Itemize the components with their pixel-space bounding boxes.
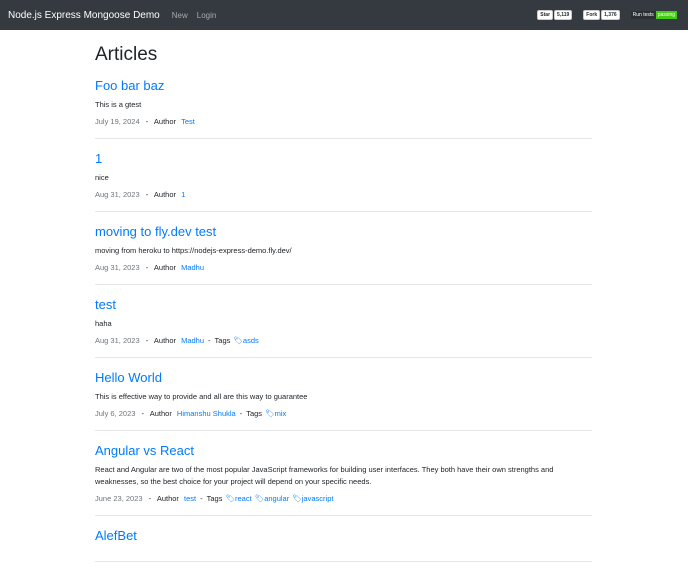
tag-icon: 🏷︎ <box>225 494 235 503</box>
tag-label: javascript <box>301 494 334 503</box>
article-item: Foo bar baz This is a gtest July 19, 2024… <box>95 78 592 139</box>
article-item: Hello World This is effective way to prov… <box>95 370 592 431</box>
article-item: 1 nice Aug 31, 2023 - Author 1 <box>95 151 592 212</box>
separator: - <box>145 336 149 345</box>
tags-label: Tags <box>206 494 223 503</box>
author-label: Author <box>153 263 176 272</box>
separator: - <box>141 409 145 418</box>
tag-icon: 🏷︎ <box>254 494 265 503</box>
github-fork-button[interactable]: Fork 1,376 <box>583 10 620 20</box>
ci-badge[interactable]: Run tests passing <box>630 11 677 19</box>
article-title-link[interactable]: 1 <box>95 151 592 166</box>
author-link[interactable]: 1 <box>181 190 185 199</box>
article-title-link[interactable]: Hello World <box>95 370 592 385</box>
navbar: Node.js Express Mongoose Demo New Login … <box>0 0 688 30</box>
brand-link[interactable]: Node.js Express Mongoose Demo <box>8 10 160 21</box>
article-date: July 19, 2024 <box>95 117 140 126</box>
article-title-link[interactable]: Foo bar baz <box>95 78 592 93</box>
article-meta: June 23, 2023 - Author test - Tags 🏷︎react 🏷… <box>95 494 592 503</box>
article-meta: July 19, 2024 - Author Test <box>95 117 592 126</box>
nav-login[interactable]: Login <box>197 11 217 20</box>
tag-link[interactable]: 🏷︎javascript <box>292 494 333 503</box>
star-label: Star <box>537 10 554 20</box>
article-date: July 6, 2023 <box>95 409 136 418</box>
article-title-link[interactable]: moving to fly.dev test <box>95 224 592 239</box>
article-item: Angular vs React React and Angular are tw… <box>95 443 592 516</box>
separator: - <box>145 190 149 199</box>
article-title-link[interactable]: AlefBet <box>95 528 592 543</box>
article-item: moving to fly.dev test moving from heroku… <box>95 224 592 285</box>
article-title-link[interactable]: Angular vs React <box>95 443 592 458</box>
separator: - <box>208 336 211 345</box>
author-link[interactable]: Madhu <box>181 336 204 345</box>
author-label: Author <box>153 336 176 345</box>
nav-new[interactable]: New <box>172 11 188 20</box>
tag-label: mix <box>274 409 287 418</box>
tag-icon: 🏷︎ <box>265 409 275 418</box>
article-date: June 23, 2023 <box>95 494 143 503</box>
tags-label: Tags <box>214 336 231 345</box>
tag-label: angular <box>264 494 290 503</box>
article-title-link[interactable]: test <box>95 297 592 312</box>
article-description: nice <box>95 173 109 182</box>
author-link[interactable]: Test <box>181 117 195 126</box>
article-description: haha <box>95 319 112 328</box>
tags-label: Tags <box>246 409 263 418</box>
separator: - <box>200 494 203 503</box>
tag-label: asds <box>242 336 259 345</box>
article-meta: Aug 31, 2023 - Author 1 <box>95 190 592 199</box>
article-description: This is effective way to provide and all… <box>95 392 308 401</box>
separator: - <box>239 409 243 418</box>
article-item: test haha Aug 31, 2023 - Author Madhu - Tag… <box>95 297 592 358</box>
author-label: Author <box>156 494 179 503</box>
article-meta: July 6, 2023 - Author Himanshu Shukla - Ta… <box>95 409 592 418</box>
tag-icon: 🏷︎ <box>233 336 243 345</box>
tag-link[interactable]: 🏷︎react <box>225 494 251 503</box>
author-label: Author <box>153 117 176 126</box>
author-label: Author <box>153 190 176 199</box>
articles-container: Articles Foo bar baz This is a gtest July… <box>95 30 592 574</box>
fork-label: Fork <box>583 10 601 20</box>
article-date: Aug 31, 2023 <box>95 336 140 345</box>
page-title: Articles <box>95 44 158 65</box>
article-list: Foo bar baz This is a gtest July 19, 2024… <box>95 78 592 562</box>
article-meta: Aug 31, 2023 - Author Madhu <box>95 263 592 272</box>
tag-link[interactable]: 🏷︎angular <box>255 494 290 503</box>
article-meta: Aug 31, 2023 - Author Madhu - Tags 🏷︎asds <box>95 336 592 345</box>
article-description: React and Angular are two of the most po… <box>95 465 554 486</box>
tag-icon: 🏷︎ <box>292 494 302 503</box>
separator: - <box>145 117 149 126</box>
article-description: This is a gtest <box>95 100 142 109</box>
author-link[interactable]: Himanshu Shukla <box>177 409 236 418</box>
author-link[interactable]: test <box>184 494 196 503</box>
article-date: Aug 31, 2023 <box>95 190 140 199</box>
tag-label: react <box>234 494 252 503</box>
article-description: moving from heroku to https://nodejs-exp… <box>95 246 292 255</box>
separator: - <box>145 263 149 272</box>
separator: - <box>148 494 152 503</box>
ci-label: Run tests <box>630 11 656 19</box>
author-label: Author <box>149 409 172 418</box>
article-item: AlefBet <box>95 528 592 562</box>
tag-link[interactable]: 🏷︎asds <box>233 336 258 345</box>
github-star-button[interactable]: Star 5,119 <box>537 10 573 20</box>
ci-status: passing <box>655 11 677 19</box>
author-link[interactable]: Madhu <box>181 263 204 272</box>
badges: Star 5,119 Fork 1,376 Run tests passing <box>537 10 677 20</box>
tag-link[interactable]: 🏷︎mix <box>265 409 286 418</box>
article-date: Aug 31, 2023 <box>95 263 140 272</box>
fork-count: 1,376 <box>601 10 620 20</box>
star-count: 5,119 <box>554 10 573 20</box>
